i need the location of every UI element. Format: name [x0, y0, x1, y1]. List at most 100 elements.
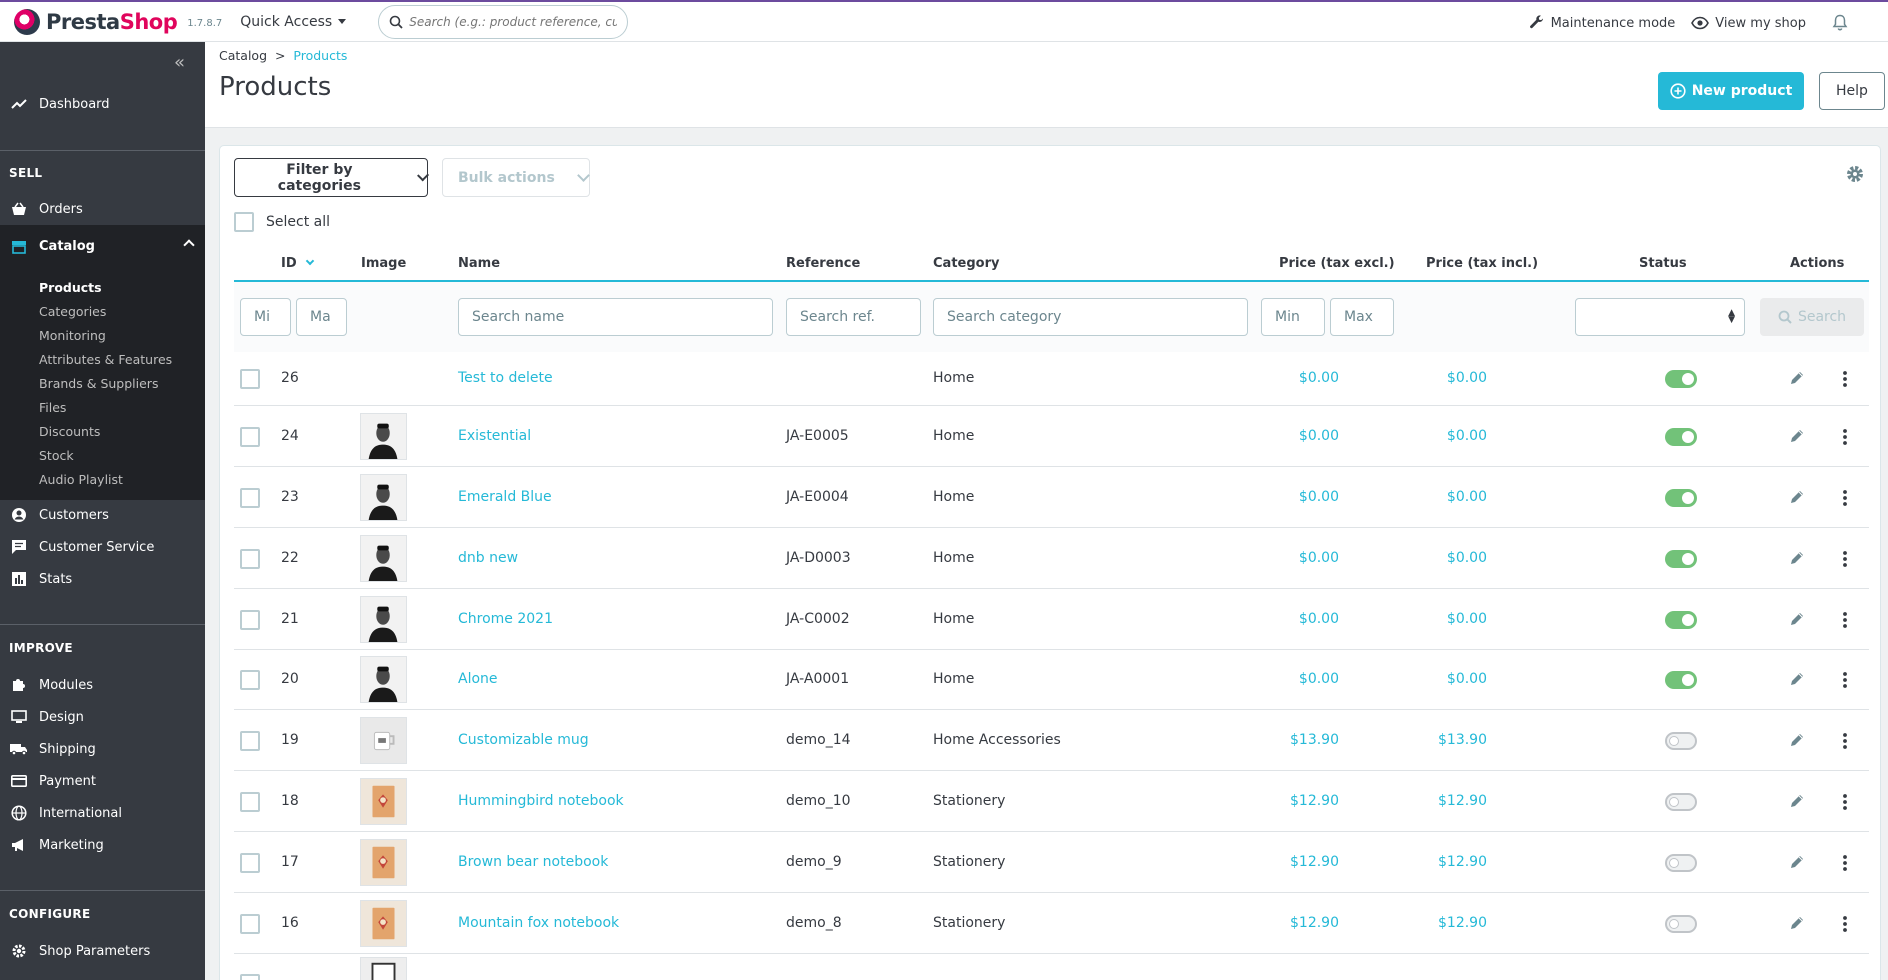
filter-search-button[interactable]: Search [1760, 298, 1864, 336]
price-tax-incl[interactable]: $0.00 [1390, 611, 1487, 627]
status-toggle[interactable] [1665, 549, 1697, 568]
select-all-checkbox[interactable] [234, 212, 254, 232]
settings-gear-icon[interactable] [1845, 164, 1865, 188]
more-vert-icon[interactable] [1842, 671, 1848, 693]
product-name-link[interactable]: Emerald Blue [458, 489, 552, 505]
filter-id-max[interactable] [296, 298, 347, 336]
price-tax-incl[interactable]: $0.00 [1390, 370, 1487, 386]
product-name-link[interactable]: Chrome 2021 [458, 611, 553, 627]
status-toggle[interactable] [1665, 488, 1697, 507]
more-vert-icon[interactable] [1842, 793, 1848, 815]
product-name-link[interactable]: Test to delete [458, 370, 553, 386]
sidebar-sub-products[interactable]: Products [39, 280, 102, 295]
row-checkbox[interactable] [240, 791, 260, 812]
sidebar-item-design[interactable]: Design [0, 701, 205, 733]
bulk-actions-button[interactable]: Bulk actions [442, 158, 590, 197]
header-search[interactable] [378, 4, 629, 39]
more-vert-icon[interactable] [1842, 732, 1848, 754]
sidebar-sub-monitoring[interactable]: Monitoring [39, 328, 106, 343]
sidebar-sub-brands[interactable]: Brands & Suppliers [39, 376, 158, 391]
more-vert-icon[interactable] [1842, 550, 1848, 572]
status-toggle[interactable] [1665, 671, 1697, 689]
more-vert-icon[interactable] [1842, 854, 1848, 876]
column-header-price-excl[interactable]: Price (tax excl.) [1279, 256, 1395, 271]
breadcrumb-catalog[interactable]: Catalog [219, 48, 267, 63]
price-tax-incl[interactable]: $0.00 [1390, 671, 1487, 687]
sidebar-sub-files[interactable]: Files [39, 400, 66, 415]
sidebar-item-shipping[interactable]: Shipping [0, 733, 205, 765]
row-checkbox[interactable] [240, 548, 260, 569]
status-toggle[interactable] [1665, 792, 1697, 811]
edit-pencil-icon[interactable] [1789, 793, 1805, 813]
prestashop-logo[interactable]: PrestaShop [14, 8, 178, 35]
filter-status-select[interactable]: ▲ ▼ [1575, 298, 1745, 336]
header-search-input[interactable] [409, 14, 618, 29]
maintenance-mode-link[interactable]: Maintenance mode [1529, 15, 1675, 31]
product-name-link[interactable]: Hummingbird notebook [458, 793, 624, 809]
column-header-id[interactable]: ID [281, 256, 315, 271]
sidebar-sub-audio-playlist[interactable]: Audio Playlist [39, 472, 123, 487]
row-checkbox[interactable] [240, 974, 260, 980]
sidebar-item-orders[interactable]: Orders [0, 193, 205, 225]
column-header-name[interactable]: Name [458, 256, 500, 271]
sidebar-item-marketing[interactable]: Marketing [0, 829, 205, 861]
row-checkbox[interactable] [240, 487, 260, 508]
filter-price-max[interactable] [1330, 298, 1394, 336]
sidebar-item-customers[interactable]: Customers [0, 499, 205, 531]
row-checkbox[interactable] [240, 913, 260, 934]
sidebar-item-shop-parameters[interactable]: Shop Parameters [0, 935, 205, 967]
row-checkbox[interactable] [240, 426, 260, 447]
edit-pencil-icon[interactable] [1789, 489, 1805, 509]
sidebar-sub-categories[interactable]: Categories [39, 304, 106, 319]
more-vert-icon[interactable] [1842, 489, 1848, 511]
price-tax-excl[interactable]: $12.90 [1244, 854, 1339, 870]
product-name-link[interactable]: Brown bear notebook [458, 854, 608, 870]
row-checkbox[interactable] [240, 670, 260, 690]
status-toggle[interactable] [1665, 370, 1697, 388]
quick-access-dropdown[interactable]: Quick Access [240, 14, 347, 30]
edit-pencil-icon[interactable] [1789, 428, 1805, 448]
view-my-shop-link[interactable]: View my shop [1691, 16, 1806, 31]
row-checkbox[interactable] [240, 852, 260, 873]
price-tax-incl[interactable]: $0.00 [1390, 489, 1487, 505]
price-tax-excl[interactable]: $12.90 [1244, 793, 1339, 809]
filter-by-categories-button[interactable]: Filter by categories [234, 158, 429, 197]
price-tax-excl[interactable]: $0.00 [1244, 611, 1339, 627]
price-tax-excl[interactable]: $0.00 [1244, 489, 1339, 505]
edit-pencil-icon[interactable] [1789, 611, 1805, 631]
edit-pencil-icon[interactable] [1789, 550, 1805, 570]
sidebar-item-modules[interactable]: Modules [0, 669, 205, 701]
price-tax-incl[interactable]: $0.00 [1390, 428, 1487, 444]
collapse-sidebar-icon[interactable]: « [174, 52, 185, 73]
more-vert-icon[interactable] [1842, 611, 1848, 633]
sidebar-sub-attributes[interactable]: Attributes & Features [39, 352, 172, 367]
row-checkbox[interactable] [240, 369, 260, 389]
sidebar-item-stats[interactable]: Stats [0, 563, 205, 595]
row-checkbox[interactable] [240, 730, 260, 751]
notifications-bell[interactable] [1832, 14, 1848, 32]
price-tax-excl[interactable]: $13.90 [1244, 732, 1339, 748]
edit-pencil-icon[interactable] [1789, 854, 1805, 874]
filter-name-input[interactable] [458, 298, 773, 336]
sidebar-item-customer-service[interactable]: Customer Service [0, 531, 205, 563]
new-product-button[interactable]: New product [1658, 72, 1804, 110]
price-tax-incl[interactable]: $12.90 [1390, 793, 1487, 809]
price-tax-excl[interactable]: $0.00 [1244, 671, 1339, 687]
more-vert-icon[interactable] [1842, 428, 1848, 450]
column-header-status[interactable]: Status [1639, 256, 1687, 271]
sidebar-item-dashboard[interactable]: Dashboard [0, 88, 205, 120]
product-name-link[interactable]: Mountain fox notebook [458, 915, 619, 931]
sidebar-sub-discounts[interactable]: Discounts [39, 424, 100, 439]
column-header-category[interactable]: Category [933, 256, 999, 271]
edit-pencil-icon[interactable] [1789, 732, 1805, 752]
status-toggle[interactable] [1665, 610, 1697, 629]
sidebar-item-payment[interactable]: Payment [0, 765, 205, 797]
price-tax-incl[interactable]: $12.90 [1390, 854, 1487, 870]
edit-pencil-icon[interactable] [1789, 915, 1805, 935]
product-name-link[interactable]: Existential [458, 428, 531, 444]
more-vert-icon[interactable] [1842, 370, 1848, 392]
price-tax-incl[interactable]: $0.00 [1390, 550, 1487, 566]
price-tax-excl[interactable]: $12.90 [1244, 915, 1339, 931]
select-all[interactable]: Select all [234, 212, 330, 232]
sidebar-item-catalog[interactable]: Catalog [0, 225, 205, 268]
